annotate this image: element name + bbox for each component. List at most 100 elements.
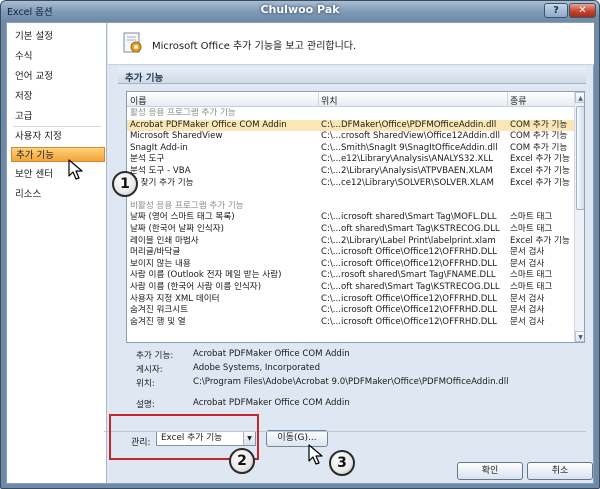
cell-type: COM 추가 기능 (510, 142, 568, 153)
sidebar-item-advanced[interactable]: 고급 (13, 109, 32, 124)
cancel-button[interactable]: 취소 (527, 462, 593, 480)
addin-gear-icon (123, 32, 142, 53)
detail-addin-value: Acrobat PDFMaker Office COM Addin (193, 349, 350, 359)
cell-location: C:\...2\Library\Label Print\labelprint.x… (321, 235, 496, 246)
cell-location: C:\...2\Library\Analysis\ATPVBAEN.XLAM (321, 166, 493, 176)
sidebar: 기본 설정 수식 언어 교정 저장 고급 사용자 지정 추가 기능 보안 센터 … (7, 23, 107, 483)
detail-publisher-label: 게시자: (136, 365, 163, 375)
table-row[interactable]: 해 찾기 추가 기능 C:\...ce12\Library\SOLVER\SOLV… (127, 178, 574, 189)
cell-name: 사람 이름 (Outlook 전자 메일 받는 사람) (130, 270, 282, 281)
detail-location-value: C:\Program Files\Adobe\Acrobat 9.0\PDFMa… (193, 377, 509, 387)
main-content: Microsoft Office 추가 기능을 보고 관리합니다. 추가 기능 … (108, 23, 594, 421)
cell-type: 스마트 태그 (510, 212, 553, 223)
table-row[interactable]: 보이지 않는 내용 C:\...icrosoft Office\Office12\… (127, 259, 574, 270)
table-row[interactable]: 머리글/바닥글 C:\...icrosoft Office\Office12\OF… (127, 247, 574, 258)
list-scrollbar[interactable]: ▲ ▼ (574, 92, 584, 342)
callout-number: 3 (329, 450, 355, 476)
cell-name: 분석 도구 - VBA (130, 166, 191, 176)
table-row[interactable]: 날짜 (한국어 날짜 인식자) C:\...oft shared\Smart Ta… (127, 224, 574, 235)
table-row[interactable]: SnagIt Add-in C:\...Smith\SnagIt 9\SnagIt… (127, 143, 574, 154)
sidebar-item-resources[interactable]: 리소스 (13, 187, 41, 202)
table-row[interactable]: 분석 도구 C:\...e12\Library\Analysis\ANALYS32… (127, 154, 574, 165)
mouse-pointer-icon (68, 159, 83, 180)
cell-location: C:\...rosoft shared\Smart Tag\FNAME.DLL (321, 270, 496, 281)
title-bar[interactable]: Excel 옵션 Chulwoo Pak ? ✕ (1, 1, 599, 21)
cell-name: 숨겨진 행 및 열 (130, 316, 186, 327)
cell-type: 스마트 태그 (510, 224, 553, 234)
column-divider[interactable] (507, 92, 508, 107)
cell-name: 사람 이름 (한국어 사람 이름 인식자) (130, 282, 262, 292)
cell-type: 스마트 태그 (510, 270, 553, 281)
table-row[interactable]: 날짜 (영어 스마트 태그 목록) C:\...icrosoft shared\S… (127, 212, 574, 223)
table-row[interactable]: 숨겨진 워크시트 C:\...icrosoft Office\Office12\O… (127, 305, 574, 316)
excel-options-dialog: Excel 옵션 Chulwoo Pak ? ✕ 기본 설정 수식 언어 교정 … (0, 0, 600, 489)
sidebar-item-save[interactable]: 저장 (13, 89, 32, 104)
list-header: 이름 위치 종류 (127, 92, 574, 107)
sidebar-item-addins[interactable]: 추가 기능 (11, 147, 105, 162)
cell-location: C:\...DFMaker\Office\PDFMOfficeAddin.dll (321, 119, 497, 130)
ok-button[interactable]: 확인 (457, 462, 523, 480)
column-header-location[interactable]: 위치 (321, 94, 338, 107)
sidebar-item-customize[interactable]: 사용자 지정 (13, 129, 62, 144)
cell-type: COM 추가 기능 (510, 119, 568, 130)
table-row[interactable]: 숨겨진 행 및 열 C:\...icrosoft Office\Office12\… (127, 317, 574, 328)
cell-type: Excel 추가 기능 (510, 166, 570, 176)
cell-name: 활성 응용 프로그램 추가 기능 (130, 108, 236, 118)
sidebar-item-basic[interactable]: 기본 설정 (13, 29, 53, 44)
callout-number: 1 (112, 171, 138, 197)
cell-name: 숨겨진 워크시트 (130, 305, 189, 316)
cell-location: C:\...icrosoft Office\Office12\OFFRHD.DL… (321, 316, 497, 327)
cell-location: C:\...icrosoft Office\Office12\OFFRHD.DL… (321, 305, 497, 316)
detail-description-value: Acrobat PDFMaker Office COM Addin (193, 398, 350, 408)
table-row[interactable]: 분석 도구 - VBA C:\...2\Library\Analysis\ATPV… (127, 166, 574, 177)
table-row[interactable]: 레이블 인쇄 마법사 C:\...2\Library\Label Print\la… (127, 236, 574, 247)
table-row[interactable]: Acrobat PDFMaker Office COM Addin C:\...D… (127, 119, 574, 131)
sidebar-item-proofing[interactable]: 언어 교정 (13, 69, 53, 84)
cell-name: 해 찾기 추가 기능 (130, 177, 194, 188)
cell-name: 머리글/바닥글 (130, 247, 181, 258)
scroll-up-arrow-icon[interactable]: ▲ (575, 92, 584, 103)
cell-location: C:\...oft shared\Smart Tag\KSTRECOG.DLL (321, 282, 500, 292)
table-row[interactable]: 사람 이름 (Outlook 전자 메일 받는 사람) C:\...rosoft … (127, 270, 574, 281)
window-title: Chulwoo Pak (260, 3, 340, 16)
cell-name: 비활성 응용 프로그램 추가 기능 (130, 200, 244, 211)
cell-type: 문서 검사 (510, 316, 545, 327)
cell-type: Excel 추가 기능 (510, 177, 570, 188)
table-row[interactable]: 사용자 지정 XML 데이터 C:\...icrosoft Office\Offi… (127, 294, 574, 305)
dialog-body: 기본 설정 수식 언어 교정 저장 고급 사용자 지정 추가 기능 보안 센터 … (6, 22, 594, 484)
cell-name: 사용자 지정 XML 데이터 (130, 293, 220, 304)
cell-name: 날짜 (한국어 날짜 인식자) (130, 224, 224, 234)
help-button[interactable]: ? (544, 3, 568, 18)
table-row[interactable]: 사람 이름 (한국어 사람 이름 인식자) C:\...oft shared\Sm… (127, 282, 574, 293)
scroll-thumb[interactable] (576, 106, 584, 210)
detail-location-label: 위치: (136, 379, 155, 389)
column-header-name[interactable]: 이름 (130, 94, 147, 107)
list-group-header: 비활성 응용 프로그램 추가 기능 (127, 201, 574, 212)
detail-addin-label: 추가 기능: (136, 351, 174, 361)
scroll-down-arrow-icon[interactable]: ▼ (575, 331, 584, 342)
addins-list[interactable]: 이름 위치 종류 활성 응용 프로그램 추가 기능 Acrobat PDFMake… (126, 91, 585, 343)
cell-name: 분석 도구 (130, 154, 165, 165)
cell-name: SnagIt Add-in (130, 142, 188, 153)
cell-location: C:\...icrosoft Office\Office12\OFFRHD.DL… (321, 293, 497, 304)
cell-name: Microsoft SharedView (130, 131, 223, 142)
header-band: Microsoft Office 추가 기능을 보고 관리합니다. (108, 23, 594, 65)
list-group-header: 활성 응용 프로그램 추가 기능 (127, 108, 574, 119)
close-button[interactable]: ✕ (569, 3, 596, 18)
table-row[interactable]: Microsoft SharedView C:\...crosoft Shared… (127, 131, 574, 142)
cell-type: Excel 추가 기능 (510, 154, 570, 165)
cell-type: Excel 추가 기능 (510, 235, 570, 246)
sidebar-item-formulas[interactable]: 수식 (13, 49, 32, 64)
column-divider[interactable] (318, 92, 319, 107)
cell-name: 보이지 않는 내용 (130, 258, 191, 269)
cell-name: Acrobat PDFMaker Office COM Addin (130, 119, 287, 130)
column-header-type[interactable]: 종류 (510, 94, 527, 107)
cell-type: 스마트 태그 (510, 282, 553, 292)
cell-location: C:\...e12\Library\Analysis\ANALYS32.XLL (321, 154, 494, 165)
cell-name: 날짜 (영어 스마트 태그 목록) (130, 212, 235, 223)
cell-name: 레이블 인쇄 마법사 (130, 235, 199, 246)
header-text: Microsoft Office 추가 기능을 보고 관리합니다. (152, 41, 357, 52)
sidebar-item-trust-center[interactable]: 보안 센터 (13, 167, 53, 182)
callout-number: 2 (229, 448, 255, 474)
cell-type: 문서 검사 (510, 293, 545, 304)
